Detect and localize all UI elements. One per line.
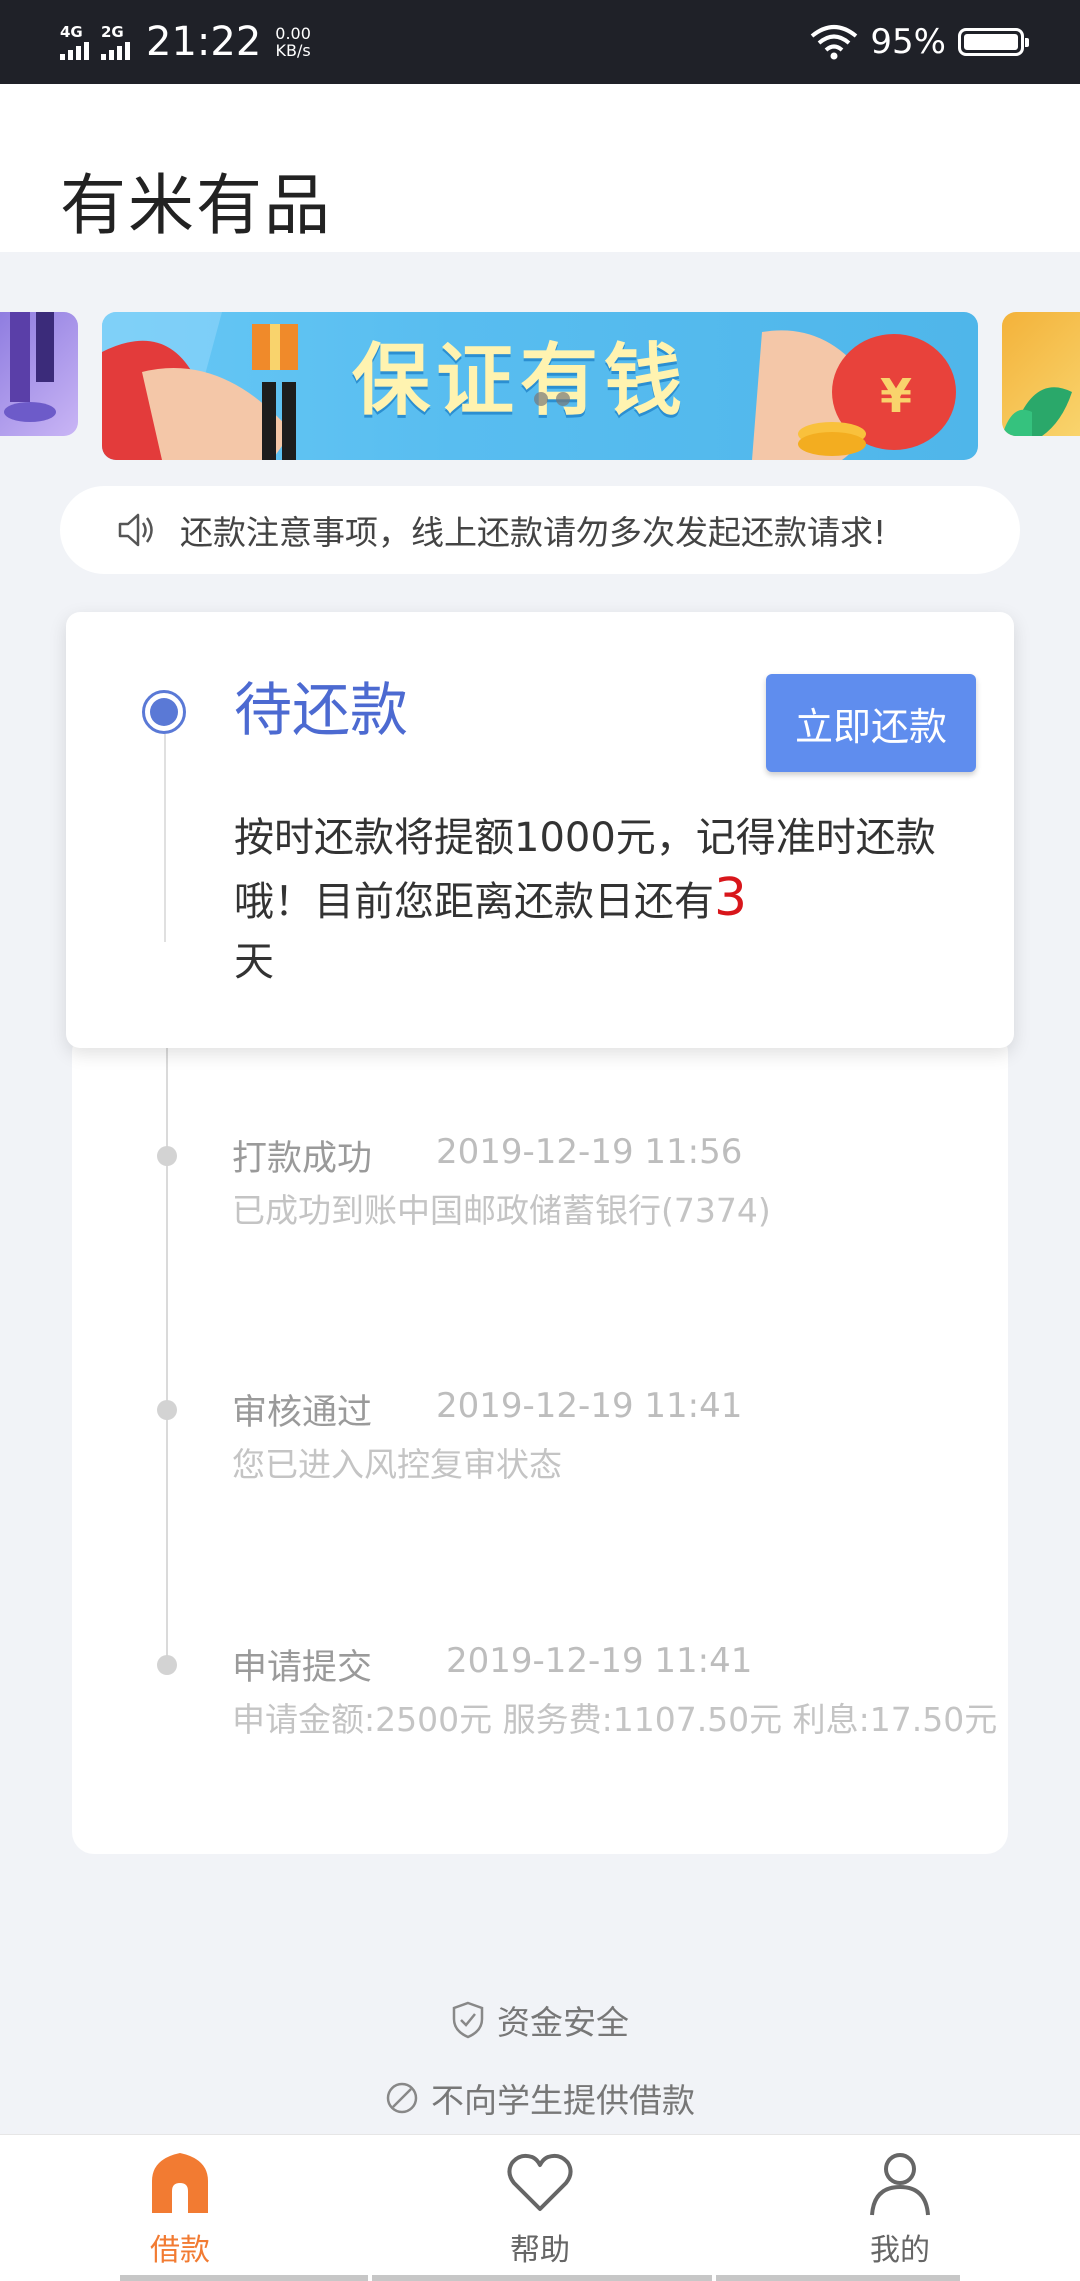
net-speed: 0.00 KB/s: [275, 25, 311, 59]
signal-4g: 4G: [60, 24, 89, 60]
shield-check-icon: [452, 2001, 484, 2039]
speaker-icon: [118, 513, 153, 547]
svg-text:¥: ¥: [880, 369, 912, 423]
days-remaining: 3: [714, 868, 748, 928]
net-speed-unit: KB/s: [275, 41, 311, 60]
repay-now-button[interactable]: 立即还款: [766, 674, 976, 772]
banner-carousel[interactable]: ¥ 保证有钱: [0, 312, 1080, 462]
timeline-dot: [157, 1146, 177, 1166]
repayment-status-card: 待还款 立即还款 按时还款将提额1000元，记得准时还款哦！目前您距离还款日还有…: [66, 612, 1014, 1048]
tab-help[interactable]: 帮助: [440, 2147, 640, 2277]
tab-loan[interactable]: 借款: [80, 2147, 280, 2277]
status-desc-text: 按时还款将提额1000元，记得准时还款哦！目前您距离还款日还有: [234, 815, 936, 925]
status-title: 待还款: [234, 676, 409, 744]
banner-slide-prev[interactable]: [0, 312, 78, 436]
safety-note-funds: 资金安全: [0, 1996, 1080, 2044]
home-icon: [152, 2153, 208, 2213]
status-description: 按时还款将提额1000元，记得准时还款哦！目前您距离还款日还有3 天: [234, 808, 954, 992]
status-right: 95%: [810, 14, 1029, 70]
safety-text: 不向学生提供借款: [431, 2081, 695, 2120]
tab-indicator: [716, 2275, 960, 2281]
safety-text: 资金安全: [497, 2003, 629, 2042]
banner-slide-next[interactable]: [1002, 312, 1080, 436]
event-time: 2019-12-19 11:56: [436, 1132, 743, 1172]
signal-label-1: 4G: [60, 23, 83, 41]
illustration-leaf-icon: [1002, 387, 1072, 436]
event-title: 打款成功: [232, 1139, 373, 1179]
user-icon: [870, 2153, 930, 2216]
tab-label: 帮助: [510, 2233, 570, 2268]
timeline-dot: [157, 1655, 177, 1675]
battery-percent: 95%: [870, 22, 946, 62]
notice-bar[interactable]: 还款注意事项，线上还款请勿多次发起还款请求!: [60, 486, 1020, 574]
battery-icon: [958, 28, 1029, 56]
clock: 21:22: [146, 19, 262, 65]
prohibited-icon: [386, 2082, 418, 2114]
bottom-tab-bar: 借款 帮助 我的: [0, 2134, 1080, 2281]
signal-bars-icon: [101, 40, 130, 60]
current-step-marker-icon: [142, 690, 186, 734]
tab-indicator: [372, 2275, 712, 2281]
event-desc: 已成功到账中国邮政储蓄银行(7374): [232, 1191, 771, 1230]
event-time: 2019-12-19 11:41: [446, 1641, 753, 1681]
timeline-dot: [157, 1400, 177, 1420]
app-header: 有米有品: [0, 84, 1080, 252]
illustration-figure-icon: [4, 312, 56, 422]
status-bar: 4G 2G 21:22 0.00 KB/s 95%: [0, 0, 1080, 84]
tab-label: 我的: [870, 2233, 930, 2268]
carousel-dots: [534, 392, 570, 406]
status-left: 4G 2G 21:22 0.00 KB/s: [60, 14, 311, 70]
tab-indicator: [120, 2275, 368, 2281]
banner-slide-active[interactable]: ¥ 保证有钱: [102, 312, 978, 460]
wifi-icon: [811, 25, 858, 60]
carousel-dot: [556, 392, 570, 406]
safety-note-students: 不向学生提供借款: [0, 2074, 1080, 2122]
event-title: 审核通过: [232, 1393, 373, 1433]
tab-mine[interactable]: 我的: [800, 2147, 1000, 2277]
signal-label-2: 2G: [101, 23, 124, 41]
step-connector: [164, 734, 166, 942]
heart-icon: [507, 2153, 573, 2211]
tab-label: 借款: [150, 2233, 210, 2268]
carousel-dot: [534, 392, 548, 406]
event-desc: 您已进入风控复审状态: [232, 1445, 562, 1484]
signal-2g: 2G: [101, 24, 130, 60]
banner-headline: 保证有钱: [352, 336, 689, 426]
net-speed-value: 0.00: [275, 24, 311, 43]
status-desc-unit: 天: [234, 939, 274, 985]
signal-bars-icon: [60, 40, 89, 60]
app-title: 有米有品: [60, 167, 332, 244]
notice-text: 还款注意事项，线上还款请勿多次发起还款请求!: [180, 513, 887, 552]
event-time: 2019-12-19 11:41: [436, 1386, 743, 1426]
event-title: 申请提交: [232, 1648, 373, 1688]
event-desc: 申请金额:2500元 服务费:1107.50元 利息:17.50元: [232, 1700, 998, 1739]
